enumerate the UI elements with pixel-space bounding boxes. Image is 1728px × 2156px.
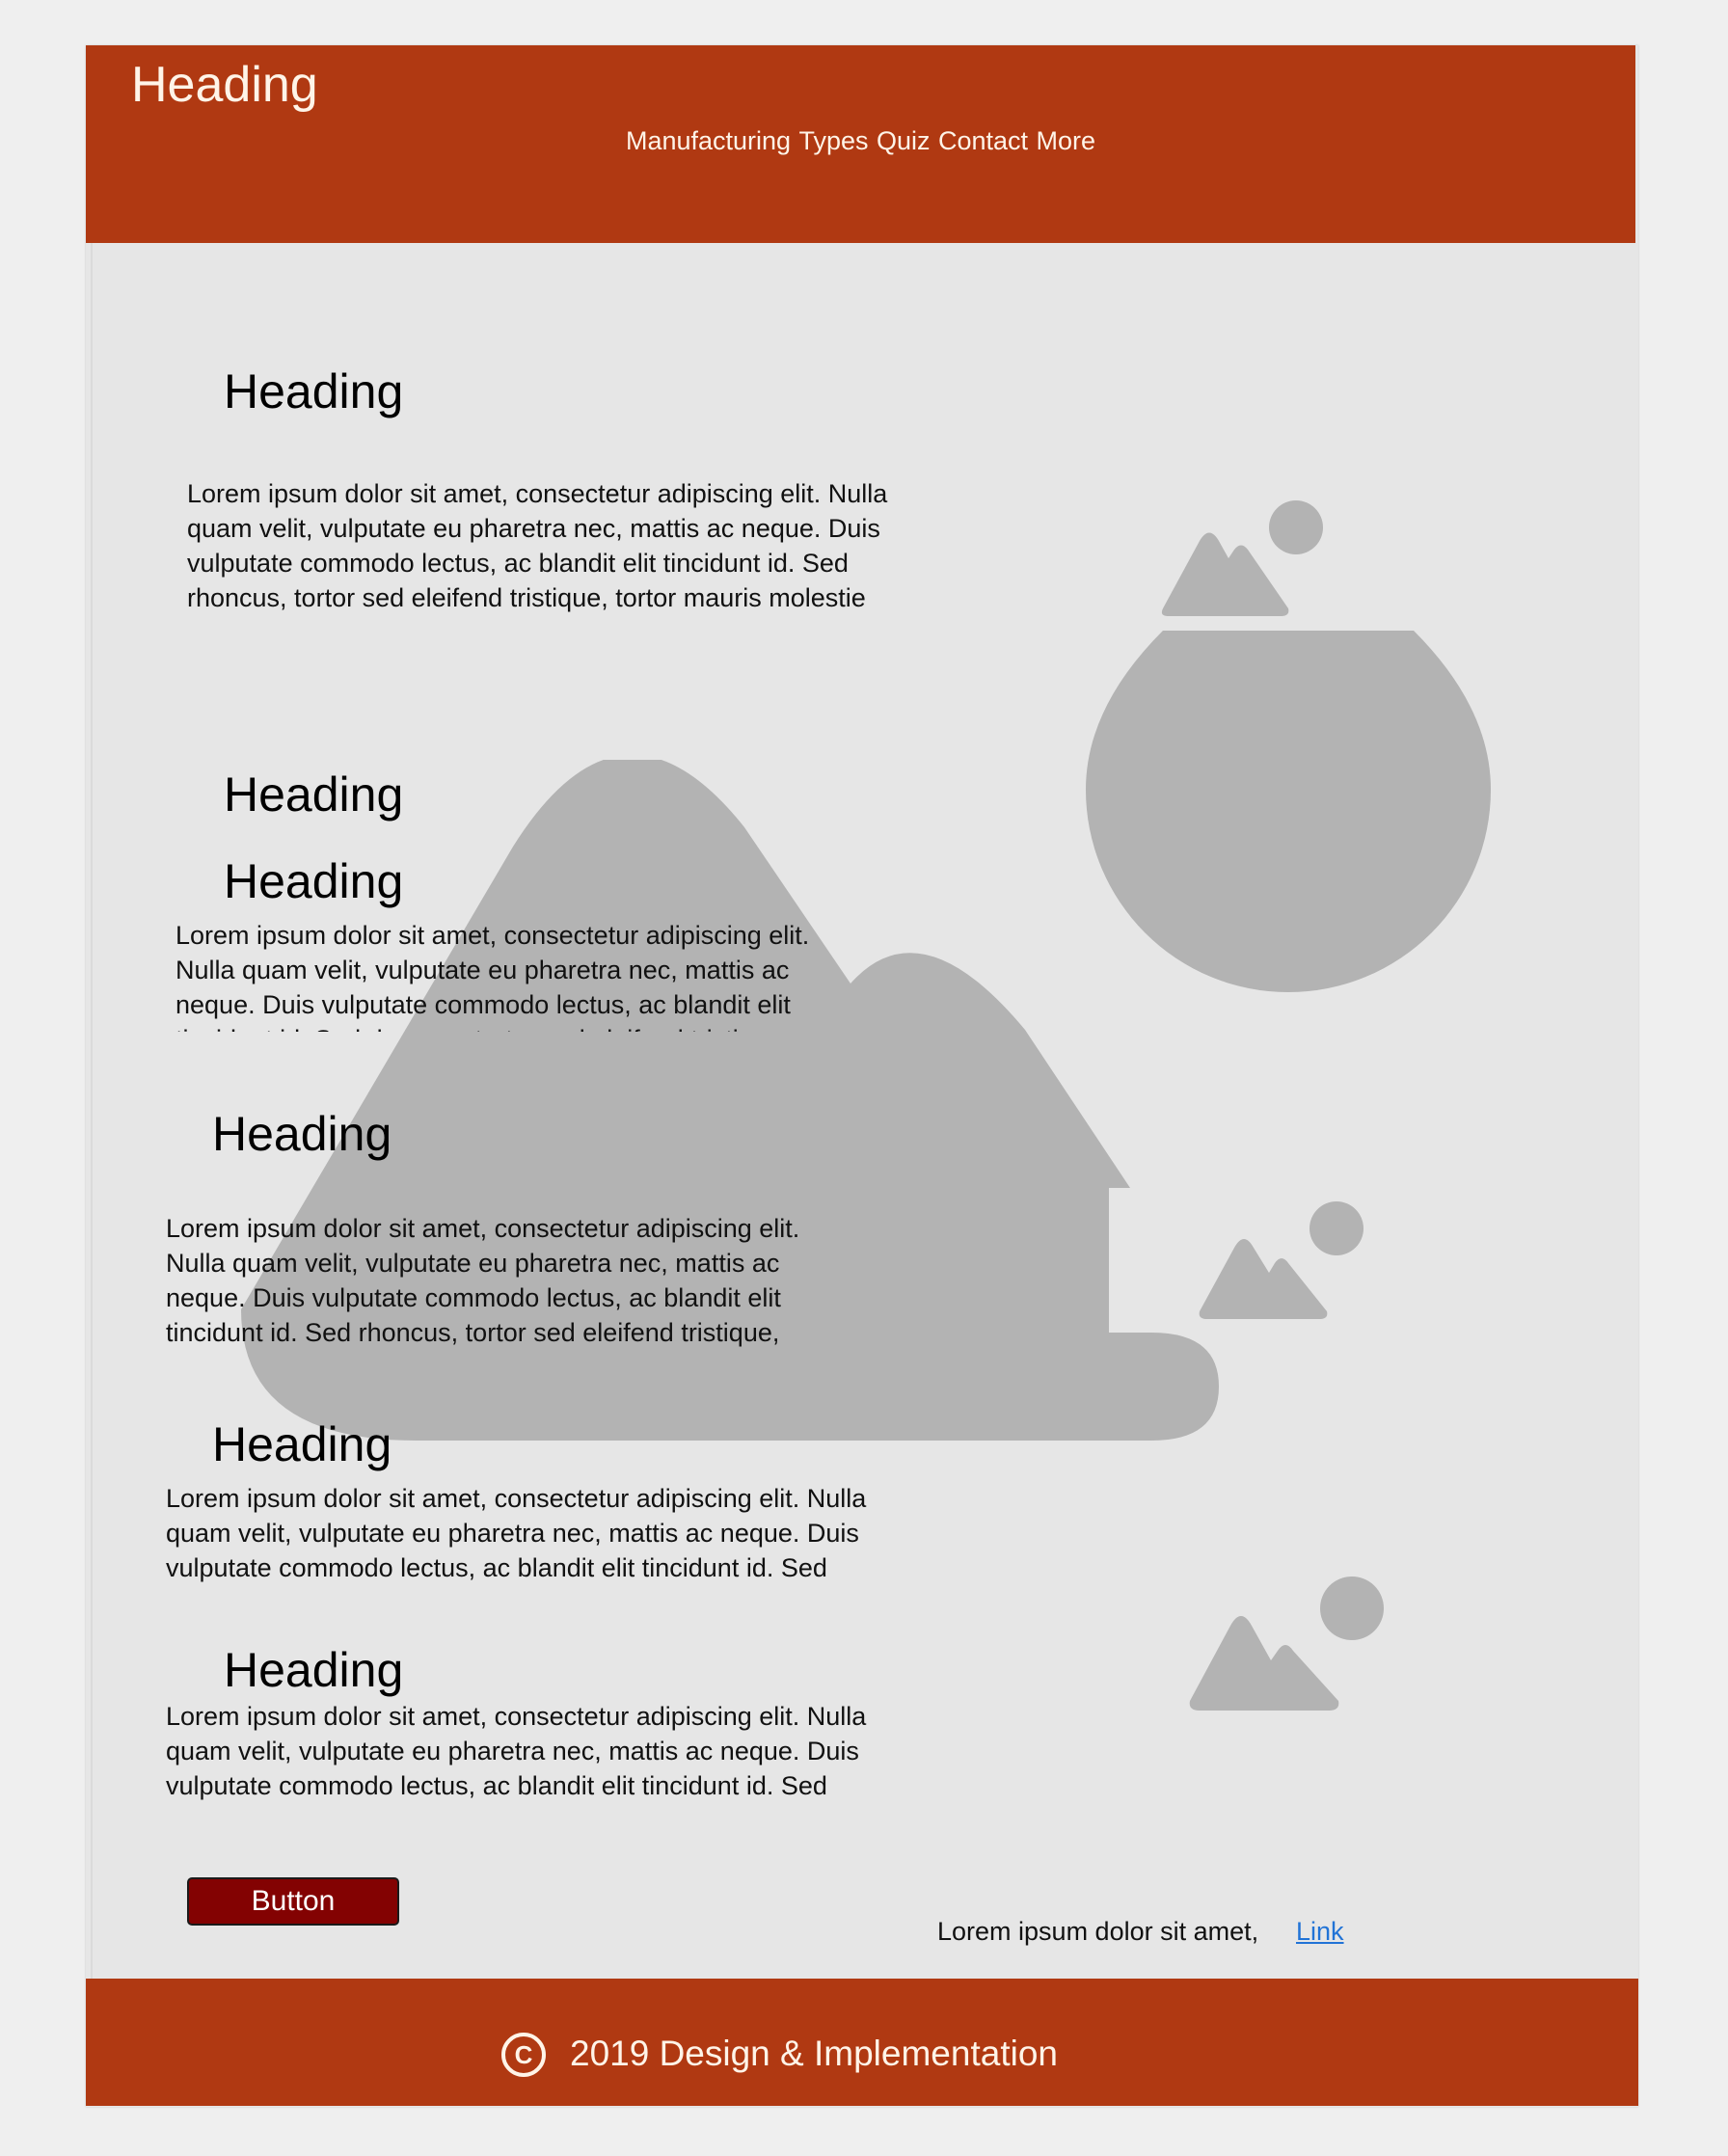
site-header: Heading Manufacturing Types Quiz Contact… [86,45,1635,243]
image-placeholder-icon [1186,1576,1385,1712]
copyright-symbol: C [515,2040,533,2069]
nav-more[interactable]: More [1037,126,1096,156]
section-heading: Heading [224,1643,404,1697]
nav-types[interactable]: Types [799,126,869,156]
site-title: Heading [131,57,318,113]
section-paragraph: Lorem ipsum dolor sit amet, consectetur … [187,479,888,612]
image-placeholder-icon [1157,499,1329,618]
footer-link[interactable]: Link [1296,1917,1344,1947]
section-paragraph: Lorem ipsum dolor sit amet, consectetur … [166,1702,867,1800]
section-paragraph: Lorem ipsum dolor sit amet, consectetur … [166,1484,867,1582]
section-paragraph: Lorem ipsum dolor sit amet, consectetur … [166,1214,800,1347]
section-paragraph: Lorem ipsum dolor sit amet, consectetur … [176,921,810,1032]
section-heading: Heading [212,1107,392,1161]
primary-button[interactable]: Button [187,1877,399,1926]
footer-line-text: Lorem ipsum dolor sit amet, [937,1917,1259,1946]
nav-manufacturing[interactable]: Manufacturing [626,126,791,156]
image-placeholder-icon [1196,1201,1367,1321]
section-heading: Heading [224,854,404,908]
section-heading: Heading [224,364,404,418]
footer-copyright-text: 2019 Design & Implementation [570,2034,1058,2073]
nav-quiz[interactable]: Quiz [877,126,931,156]
section-heading: Heading [224,768,404,822]
copyright-icon: C [500,2032,547,2078]
section-heading: Heading [212,1417,392,1471]
main-nav: Manufacturing Types Quiz Contact More [86,126,1635,156]
content-divider [91,243,93,1979]
nav-contact[interactable]: Contact [938,126,1028,156]
